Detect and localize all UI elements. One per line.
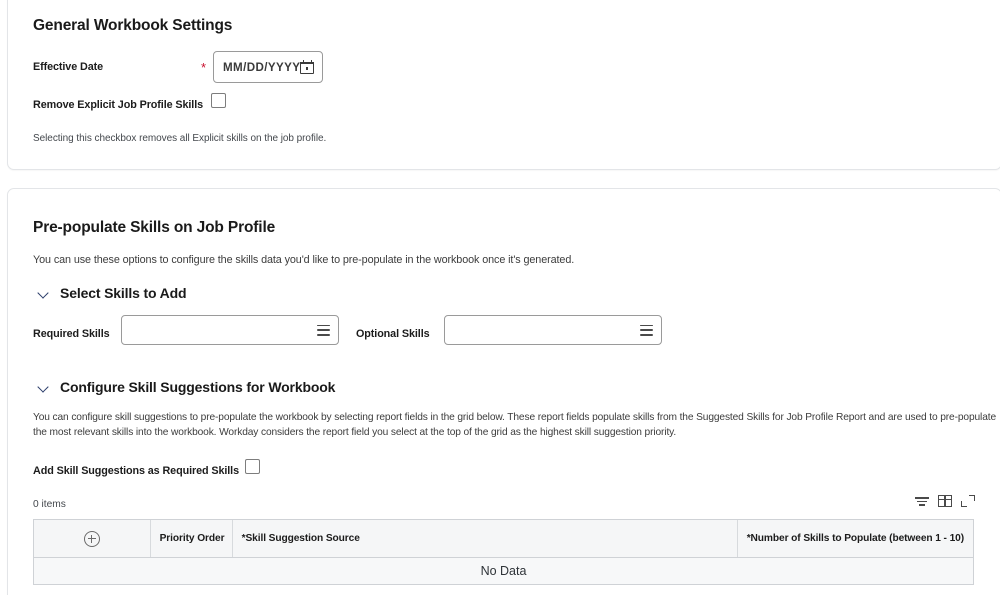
effective-date-required-marker: * [201, 60, 207, 75]
grid-header-row: Priority Order *Skill Suggestion Source … [34, 520, 973, 558]
filter-icon[interactable] [915, 494, 929, 508]
chevron-down-icon[interactable] [38, 381, 50, 393]
effective-date-placeholder: MM/DD/YYYY [223, 60, 301, 74]
add-skill-suggestions-as-required-label: Add Skill Suggestions as Required Skills [33, 465, 239, 477]
effective-date-input[interactable]: MM/DD/YYYY [213, 51, 323, 83]
remove-explicit-skills-label: Remove Explicit Job Profile Skills [33, 99, 204, 111]
grid-empty-message: No Data [34, 558, 973, 584]
effective-date-label: Effective Date [33, 61, 104, 73]
pre-populate-skills-card: Pre-populate Skills on Job Profile You c… [7, 188, 1000, 595]
add-skill-suggestions-as-required-checkbox[interactable] [245, 459, 260, 474]
optional-skills-label: Optional Skills [356, 328, 430, 340]
grid-column-number-of-skills[interactable]: *Number of Skills to Populate (between 1… [738, 520, 973, 557]
grid-toolbar [915, 494, 975, 508]
configure-skill-suggestions-description: You can configure skill suggestions to p… [33, 412, 997, 438]
optional-skills-input[interactable] [444, 315, 662, 345]
plus-circle-icon[interactable] [83, 530, 100, 547]
select-skills-to-add-label: Select Skills to Add [60, 285, 187, 301]
pre-populate-title: Pre-populate Skills on Job Profile [33, 219, 276, 236]
skill-suggestions-grid: Priority Order *Skill Suggestion Source … [33, 519, 974, 585]
chevron-down-icon[interactable] [38, 287, 50, 299]
remove-explicit-skills-helper-text: Selecting this checkbox removes all Expl… [33, 133, 327, 144]
page-root: General Workbook Settings Effective Date… [0, 0, 1000, 595]
expand-icon[interactable] [961, 494, 975, 508]
grid-column-priority-order[interactable]: Priority Order [151, 520, 233, 557]
list-menu-icon[interactable] [317, 324, 330, 336]
grid-column-add[interactable] [34, 520, 151, 557]
configure-skill-suggestions-label: Configure Skill Suggestions for Workbook [60, 379, 336, 395]
pre-populate-description: You can use these options to configure t… [33, 254, 575, 266]
grid-column-skill-suggestion-source[interactable]: *Skill Suggestion Source [233, 520, 738, 557]
calendar-icon[interactable] [300, 60, 315, 74]
remove-explicit-skills-checkbox[interactable] [211, 93, 226, 108]
required-skills-input[interactable] [121, 315, 339, 345]
general-workbook-settings-card: General Workbook Settings Effective Date… [7, 0, 1000, 170]
grid-items-count: 0 items [33, 499, 66, 510]
select-skills-to-add-header[interactable]: Select Skills to Add [38, 285, 187, 301]
required-skills-label: Required Skills [33, 328, 110, 340]
general-settings-title: General Workbook Settings [33, 17, 233, 34]
configure-skill-suggestions-header[interactable]: Configure Skill Suggestions for Workbook [38, 379, 335, 395]
list-menu-icon[interactable] [640, 324, 653, 336]
grid-view-icon[interactable] [938, 494, 952, 508]
